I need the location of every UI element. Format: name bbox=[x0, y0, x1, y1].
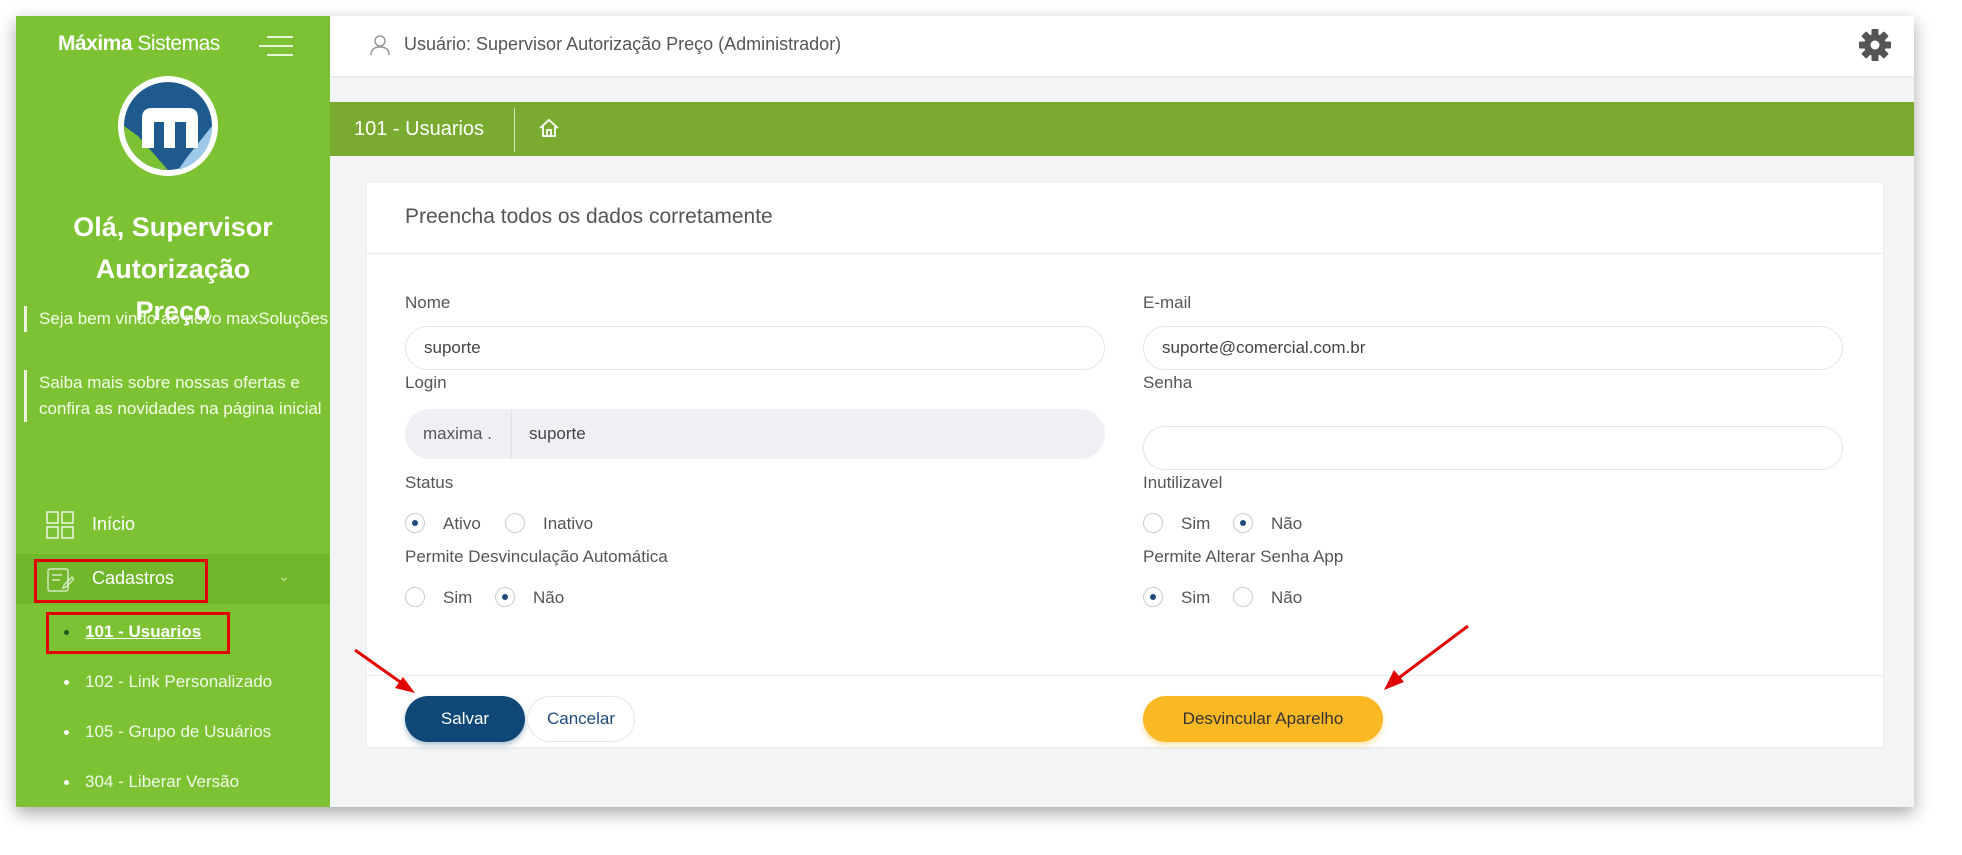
grid-icon bbox=[46, 511, 74, 539]
home-icon[interactable] bbox=[538, 118, 560, 138]
alterar-senha-sim-label[interactable]: Sim bbox=[1181, 588, 1210, 608]
senha-label: Senha bbox=[1143, 373, 1193, 392]
status-ativo-radio[interactable] bbox=[405, 513, 425, 533]
inutilizavel-nao-label[interactable]: Não bbox=[1271, 514, 1302, 534]
submenu-item-liberar-versao[interactable]: 304 - Liberar Versão bbox=[64, 772, 239, 792]
app-window: Máxima Sistemas Olá, Supervisor Autoriza… bbox=[16, 16, 1914, 807]
sidebar-item-inicio[interactable]: Início bbox=[16, 500, 330, 550]
inutilizavel-nao-radio[interactable] bbox=[1233, 513, 1253, 533]
submenu-item-link-personalizado[interactable]: 102 - Link Personalizado bbox=[64, 672, 272, 692]
breadcrumb: 101 - Usuarios bbox=[330, 102, 1914, 156]
cancel-button[interactable]: Cancelar bbox=[527, 696, 635, 742]
desvinculacao-nao-radio[interactable] bbox=[495, 587, 515, 607]
edit-icon bbox=[46, 565, 76, 593]
submenu-item-grupo-usuarios[interactable]: 105 - Grupo de Usuários bbox=[64, 722, 271, 742]
chevron-down-icon: ⌄ bbox=[278, 568, 290, 584]
sidebar-item-cadastros[interactable]: Cadastros ⌄ bbox=[16, 554, 330, 604]
nome-label: Nome bbox=[405, 293, 451, 312]
status-inativo-radio[interactable] bbox=[505, 513, 525, 533]
unlink-device-button[interactable]: Desvincular Aparelho bbox=[1143, 696, 1383, 742]
save-button[interactable]: Salvar bbox=[405, 696, 525, 742]
sidebar-item-label: Cadastros bbox=[92, 568, 175, 588]
footer-divider bbox=[367, 675, 1883, 676]
divider bbox=[367, 253, 1883, 254]
user-form-card: Preencha todos os dados corretamente Nom… bbox=[367, 183, 1883, 747]
inutilizavel-sim-radio[interactable] bbox=[1143, 513, 1163, 533]
form-title: Preencha todos os dados corretamente bbox=[405, 205, 773, 228]
current-user-label: Usuário: Supervisor Autorização Preço (A… bbox=[404, 34, 842, 54]
page-title: 101 - Usuarios bbox=[354, 118, 485, 140]
offers-notice: Saiba mais sobre nossas ofertas e confir… bbox=[24, 370, 329, 422]
alterar-senha-nao-radio[interactable] bbox=[1233, 587, 1253, 607]
status-label: Status bbox=[405, 473, 454, 492]
brand-logo-text: Máxima Sistemas bbox=[58, 32, 220, 55]
password-field[interactable] bbox=[1143, 426, 1843, 470]
gear-icon[interactable] bbox=[1858, 28, 1892, 62]
desvinculacao-label: Permite Desvinculação Automática bbox=[405, 547, 668, 566]
alterar-senha-label: Permite Alterar Senha App bbox=[1143, 547, 1344, 566]
status-ativo-label[interactable]: Ativo bbox=[443, 514, 481, 534]
sidebar-item-label: Início bbox=[92, 514, 136, 534]
breadcrumb-divider bbox=[514, 108, 515, 152]
login-field[interactable]: maxima . suporte bbox=[405, 409, 1105, 459]
alterar-senha-nao-label[interactable]: Não bbox=[1271, 588, 1302, 608]
desvinculacao-nao-label[interactable]: Não bbox=[533, 588, 564, 608]
desvinculacao-sim-label[interactable]: Sim bbox=[443, 588, 472, 608]
desvinculacao-sim-radio[interactable] bbox=[405, 587, 425, 607]
alterar-senha-sim-radio[interactable] bbox=[1143, 587, 1163, 607]
nome-field[interactable] bbox=[405, 326, 1105, 370]
top-bar: Usuário: Supervisor Autorização Preço (A… bbox=[330, 16, 1914, 76]
login-prefix: maxima . bbox=[423, 424, 492, 443]
welcome-notice: Seja bem vindo ao novo maxSoluções bbox=[24, 306, 329, 332]
email-field[interactable] bbox=[1143, 326, 1843, 370]
status-inativo-label[interactable]: Inativo bbox=[543, 514, 593, 534]
inutilizavel-sim-label[interactable]: Sim bbox=[1181, 514, 1210, 534]
login-label: Login bbox=[405, 373, 447, 392]
submenu-item-usuarios[interactable]: 101 - Usuarios bbox=[64, 622, 201, 642]
inutilizavel-label: Inutilizavel bbox=[1143, 473, 1223, 492]
login-value: suporte bbox=[529, 424, 586, 443]
login-separator bbox=[511, 409, 512, 459]
user-icon bbox=[370, 34, 390, 56]
sidebar: Máxima Sistemas Olá, Supervisor Autoriza… bbox=[16, 16, 330, 807]
company-logo bbox=[118, 76, 218, 176]
menu-toggle-icon[interactable] bbox=[259, 36, 293, 58]
email-label: E-mail bbox=[1143, 293, 1192, 312]
